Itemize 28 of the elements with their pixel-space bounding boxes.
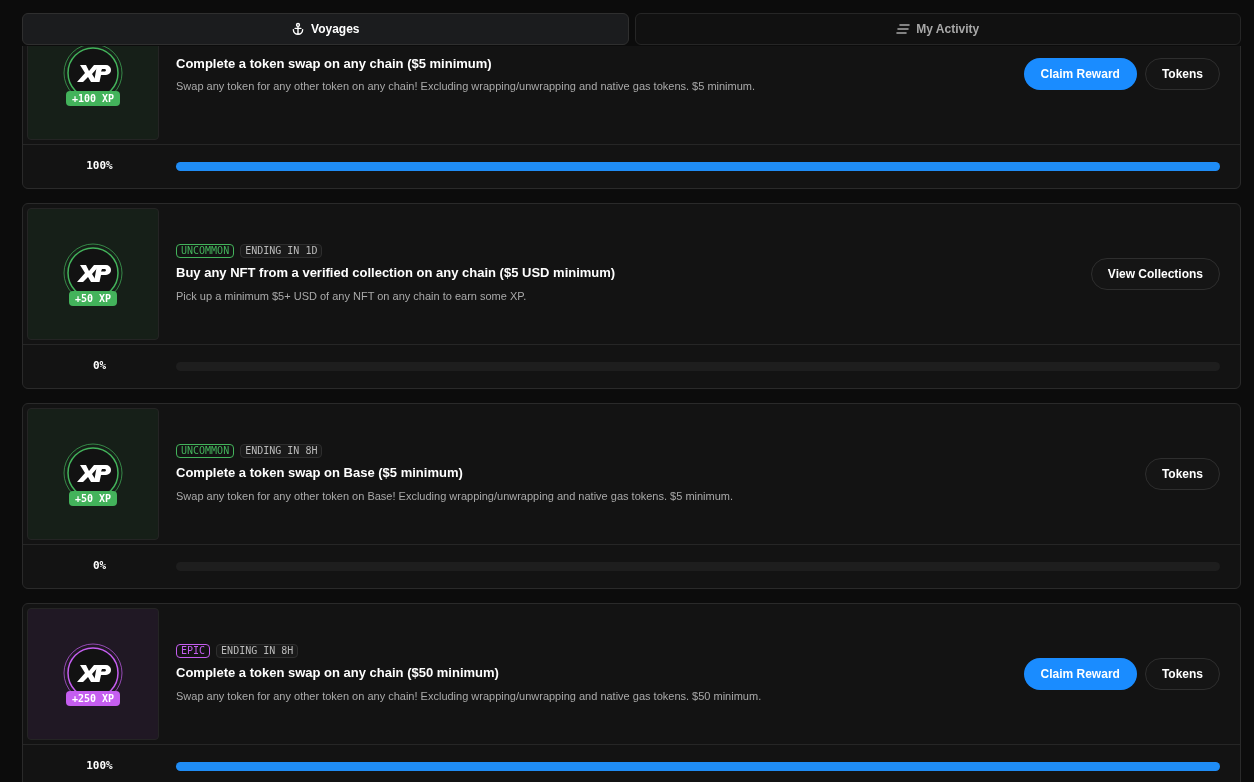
ending-tag: ENDING IN 1D	[240, 244, 323, 258]
rarity-tag: UNCOMMON	[176, 244, 235, 258]
quest-description: Swap any token for any other token on any chain! Excluding wrapping/unwrapping and native gas tokens. $50 minimum.	[176, 688, 763, 704]
link-button[interactable]: View Collections	[1090, 258, 1220, 290]
progress-percent: 100%	[85, 158, 114, 175]
progress-percent: 0%	[91, 358, 108, 375]
rarity-tag: UNCOMMON	[176, 444, 235, 458]
quest-title: Complete a token swap on any chain ($50 minimum)	[176, 664, 500, 682]
quest-title: Complete a token swap on Base ($5 minimum)	[176, 464, 464, 482]
xp-reward-badge: +100 XP	[65, 90, 121, 106]
ending-tag: ENDING IN 8H	[216, 644, 299, 658]
quest-description: Swap any token for any other token on Base! Excluding wrapping/unwrapping and native gas tokens. $5 minimum.	[176, 488, 735, 504]
progress-percent: 0%	[91, 558, 108, 575]
rarity-tag: EPIC	[176, 644, 211, 658]
quest-description: Pick up a minimum $5+ USD of any NFT on any chain to earn some XP.	[176, 288, 528, 304]
xp-reward-badge: +250 XP	[65, 690, 121, 706]
link-button[interactable]: Tokens	[1144, 58, 1220, 90]
quest-description: Swap any token for any other token on any chain! Excluding wrapping/unwrapping and native gas tokens. $5 minimum.	[176, 79, 757, 94]
tab[interactable]: My Activity	[634, 13, 1241, 45]
tab[interactable]: Voyages	[22, 13, 629, 45]
progress-percent: 100%	[85, 758, 114, 775]
quest-title: Buy any NFT from a verified collection on any chain ($5 USD minimum)	[176, 264, 617, 282]
anchor-icon	[291, 22, 305, 36]
lines-icon	[896, 23, 911, 35]
quest-title: Complete a token swap on any chain ($5 minimum)	[176, 54, 493, 73]
link-button[interactable]: Tokens	[1144, 658, 1220, 690]
ending-tag: ENDING IN 8H	[240, 444, 323, 458]
link-button[interactable]: Tokens	[1144, 458, 1220, 490]
